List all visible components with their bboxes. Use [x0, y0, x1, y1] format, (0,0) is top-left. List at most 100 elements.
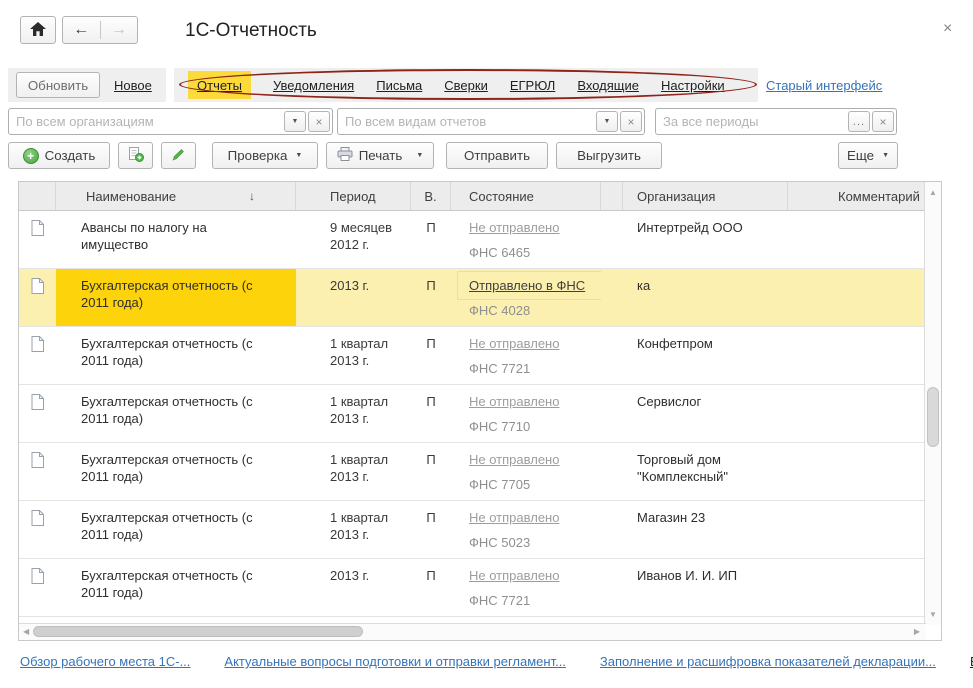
footer-link[interactable]: Актуальные вопросы подготовки и отправки…	[224, 654, 566, 669]
row-name: Бухгалтерская отчетность (с 2011 года)	[56, 269, 296, 326]
organization-filter-clear-button[interactable]: ×	[308, 111, 330, 132]
check-dropdown-button[interactable]: Проверка ▼	[212, 142, 318, 169]
history-nav: ← →	[62, 16, 138, 44]
new-link[interactable]: Новое	[114, 78, 152, 93]
header-v[interactable]: В.	[411, 182, 451, 210]
row-v: П	[411, 559, 451, 616]
table-row[interactable]: Бухгалтерская отчетность (с 2011 года) 1…	[19, 501, 925, 559]
toolbar-tab[interactable]: Сверки	[444, 68, 488, 102]
toolbar-tab[interactable]: Входящие	[577, 68, 639, 102]
old-interface-link[interactable]: Старый интерфейс	[766, 78, 882, 93]
row-name: Авансы по налогу на имущество	[56, 211, 296, 268]
document-icon	[31, 220, 44, 268]
row-status-link[interactable]: Не отправлено	[469, 568, 559, 583]
pencil-icon	[171, 147, 186, 165]
home-button[interactable]	[20, 16, 56, 44]
table-row[interactable]: Бухгалтерская отчетность (с 2011 года) 2…	[19, 269, 925, 327]
table-row[interactable]: Авансы по налогу на имущество 9 месяцев …	[19, 211, 925, 269]
table-row[interactable]: Бухгалтерская отчетность (с 2011 года) 1…	[19, 327, 925, 385]
period-filter-choose-button[interactable]: ...	[848, 111, 870, 132]
reports-table: Наименование ↓ Период В. Состояние Орган…	[18, 181, 942, 641]
row-period: 2013 г.	[296, 559, 411, 616]
row-comment	[788, 211, 925, 268]
report-type-filter-input[interactable]	[338, 114, 596, 129]
scroll-up-icon[interactable]: ▲	[925, 188, 941, 197]
vertical-scrollbar-thumb[interactable]	[927, 387, 939, 447]
header-period[interactable]: Период	[296, 182, 411, 210]
period-filter-input[interactable]	[656, 114, 848, 129]
header-organization[interactable]: Организация	[623, 182, 788, 210]
toolbar-tab[interactable]: Уведомления	[273, 68, 354, 102]
row-status-cell: Не отправлено ФНС 7705	[451, 443, 601, 500]
row-v: П	[411, 211, 451, 268]
close-icon[interactable]: ×	[943, 22, 952, 36]
document-icon	[31, 336, 44, 384]
row-spacer-cell	[601, 443, 623, 500]
report-type-filter-clear-button[interactable]: ×	[620, 111, 642, 132]
header-status[interactable]: Состояние	[451, 182, 601, 210]
create-button[interactable]: + Создать	[8, 142, 110, 169]
toolbar-tab[interactable]: Письма	[376, 68, 422, 102]
send-button[interactable]: Отправить	[446, 142, 548, 169]
row-v: П	[411, 501, 451, 558]
refresh-button[interactable]: Обновить	[16, 72, 100, 98]
footer-link[interactable]: Обзор рабочего места 1С-...	[20, 654, 190, 669]
period-filter-clear-button[interactable]: ×	[872, 111, 894, 132]
more-button-label: Еще	[847, 148, 874, 163]
row-fns-code: ФНС 7705	[469, 476, 530, 493]
table-row[interactable]: Бухгалтерская отчетность (с 2011 года) 1…	[19, 443, 925, 501]
export-button[interactable]: Выгрузить	[556, 142, 662, 169]
organization-filter-input[interactable]	[9, 114, 284, 129]
forward-icon[interactable]: →	[101, 21, 138, 39]
more-button[interactable]: Еще ▼	[838, 142, 898, 169]
table-row[interactable]: Бухгалтерская отчетность (с 2011 года) 1…	[19, 385, 925, 443]
row-spacer-cell	[601, 385, 623, 442]
clear-icon: ×	[627, 117, 634, 127]
row-name: Бухгалтерская отчетность (с 2011 года)	[56, 327, 296, 384]
chevron-down-icon: ▼	[416, 152, 423, 159]
row-status-cell: Не отправлено ФНС 7710	[451, 385, 601, 442]
horizontal-scrollbar[interactable]: ◀ ▶	[19, 623, 926, 640]
row-organization: Магазин 23	[623, 501, 788, 558]
header-name[interactable]: Наименование ↓	[56, 182, 296, 210]
row-status-cell: Не отправлено ФНС 6465	[451, 211, 601, 268]
row-spacer-cell	[601, 211, 623, 268]
row-period: 9 месяцев 2012 г.	[296, 211, 411, 268]
footer-link[interactable]: Заполнение и расшифровка показателей дек…	[600, 654, 936, 669]
row-status-link[interactable]: Отправлено в ФНС	[469, 278, 585, 293]
row-v: П	[411, 443, 451, 500]
row-status-link[interactable]: Не отправлено	[469, 220, 559, 235]
row-status-link[interactable]: Не отправлено	[469, 452, 559, 467]
vertical-scrollbar[interactable]: ▲ ▼	[924, 182, 941, 625]
row-period: 1 квартал 2013 г.	[296, 501, 411, 558]
row-status-link[interactable]: Не отправлено	[469, 510, 559, 525]
row-status-cell: Отправлено в ФНС ФНС 4028	[451, 269, 601, 326]
document-icon	[31, 278, 44, 326]
report-type-filter: ▼ ×	[337, 108, 645, 135]
row-status-link[interactable]: Не отправлено	[469, 394, 559, 409]
row-status-link[interactable]: Не отправлено	[469, 336, 559, 351]
toolbar-tab[interactable]: Отчеты	[188, 71, 251, 99]
row-fns-code: ФНС 4028	[469, 302, 530, 319]
edit-pencil-button[interactable]	[161, 142, 196, 169]
check-button-label: Проверка	[228, 148, 288, 163]
back-icon[interactable]: ←	[63, 21, 101, 39]
organization-filter-dropdown-button[interactable]: ▼	[284, 111, 306, 132]
report-type-filter-dropdown-button[interactable]: ▼	[596, 111, 618, 132]
scroll-right-icon[interactable]: ▶	[914, 627, 920, 636]
scroll-left-icon[interactable]: ◀	[23, 627, 29, 636]
print-dropdown-button[interactable]: Печать ▼	[326, 142, 434, 169]
horizontal-scrollbar-thumb[interactable]	[33, 626, 363, 637]
copy-item-button[interactable]	[118, 142, 153, 169]
row-organization: Сервислог	[623, 385, 788, 442]
toolbar-tab[interactable]: Настройки	[661, 68, 725, 102]
scroll-down-icon[interactable]: ▼	[925, 610, 941, 619]
document-icon	[31, 568, 44, 616]
row-icon-cell	[19, 211, 56, 268]
row-organization: Интертрейд ООО	[623, 211, 788, 268]
header-comment[interactable]: Комментарий	[788, 182, 925, 210]
toolbar-tab[interactable]: ЕГРЮЛ	[510, 68, 555, 102]
table-row[interactable]: Бухгалтерская отчетность (с 2011 года) 2…	[19, 559, 925, 617]
row-icon-cell	[19, 269, 56, 326]
row-period: 1 квартал 2013 г.	[296, 327, 411, 384]
